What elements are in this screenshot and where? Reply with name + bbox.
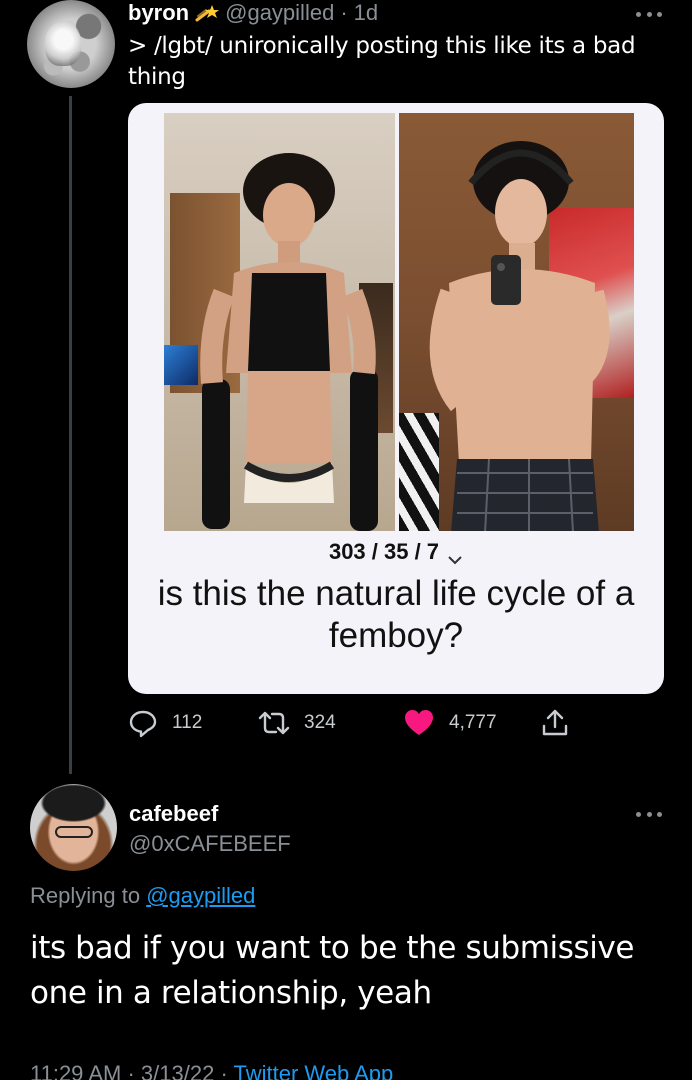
separator: · — [340, 0, 348, 25]
post-counts: 303 / 35 / 7 — [128, 539, 664, 565]
tweet-actions: 112 324 4,777 — [128, 706, 588, 740]
display-name[interactable]: cafebeef — [129, 801, 218, 827]
heart-icon — [405, 710, 433, 735]
avatar[interactable] — [27, 0, 115, 88]
display-name[interactable]: byron — [128, 0, 189, 26]
attached-image[interactable]: 303 / 35 / 7 is this the natural life cy… — [128, 103, 664, 694]
reply-count: 112 — [172, 712, 203, 733]
replying-prefix: Replying to — [30, 883, 141, 908]
person-figure-right — [429, 141, 610, 531]
tweet-header: byron @gaypilled · 1d — [128, 0, 378, 26]
image-caption: is this the natural life cycle of a femb… — [157, 574, 635, 655]
chevron-down-icon — [447, 546, 463, 565]
timestamp[interactable]: 1d — [354, 0, 378, 26]
tweet-date[interactable]: 3/13/22 — [141, 1061, 214, 1080]
mention-link[interactable]: @gaypilled — [146, 883, 255, 908]
more-options-icon[interactable] — [636, 810, 662, 818]
post-counts-text: 303 / 35 / 7 — [328, 539, 440, 564]
reply-text: its bad if you want to be the submissive… — [30, 930, 635, 1011]
more-options-icon[interactable] — [636, 10, 662, 18]
glasses-shape — [55, 826, 93, 838]
reply-icon — [129, 710, 157, 738]
share-icon — [542, 709, 568, 736]
tweet-text: > /lgbt/ unironically posting this like … — [128, 33, 636, 90]
retweet-count: 324 — [304, 712, 336, 733]
handle[interactable]: @gaypilled — [225, 0, 334, 26]
separator: · — [127, 1061, 135, 1080]
photo-right — [399, 113, 634, 531]
separator: · — [220, 1061, 228, 1080]
tweet-thread: byron @gaypilled · 1d > /lgbt/ unironica… — [0, 0, 692, 1080]
person-figure-left — [200, 153, 378, 531]
thread-connector-line — [69, 96, 72, 774]
photo-left — [164, 113, 395, 531]
avatar[interactable] — [30, 784, 117, 871]
like-count: 4,777 — [449, 712, 497, 733]
reply-button[interactable]: 112 — [128, 706, 202, 740]
tweet-meta: 11:29 AM · 3/13/22 · Twitter Web App — [30, 1061, 393, 1080]
share-button[interactable] — [540, 706, 570, 740]
source-app[interactable]: Twitter Web App — [233, 1061, 393, 1080]
shooting-star-emoji-icon — [195, 2, 220, 24]
retweet-icon — [258, 711, 290, 735]
replying-to-line: Replying to @gaypilled — [30, 883, 255, 909]
tweet-time[interactable]: 11:29 AM — [30, 1061, 121, 1080]
like-button[interactable]: 4,777 — [403, 706, 497, 740]
handle[interactable]: @0xCAFEBEEF — [129, 831, 291, 857]
monitor-shape — [164, 345, 198, 385]
retweet-button[interactable]: 324 — [258, 706, 336, 740]
